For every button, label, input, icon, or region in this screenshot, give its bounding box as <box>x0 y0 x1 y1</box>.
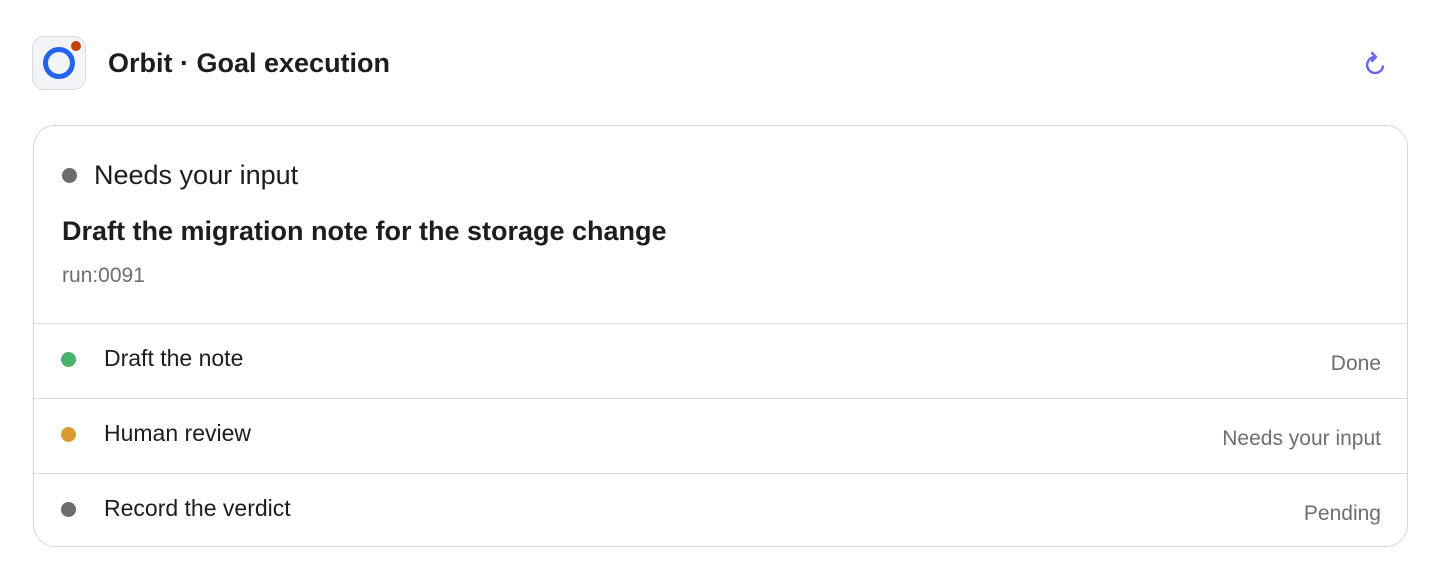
step-label: Record the verdict <box>104 495 291 521</box>
refresh-button[interactable] <box>1362 50 1390 78</box>
run-id: run:0091 <box>62 264 145 287</box>
step-label: Human review <box>104 420 251 446</box>
step-status-dot <box>61 352 76 367</box>
goal-status-label: Needs your input <box>94 159 299 190</box>
app-header: Orbit · Goal execution <box>32 36 1408 92</box>
goal-card: Needs your input Draft the migration not… <box>33 125 1408 547</box>
step-status: Pending <box>1303 502 1381 525</box>
orbit-logo-icon <box>32 36 86 90</box>
refresh-icon <box>1366 51 1385 75</box>
logo-badge-dot <box>71 41 81 51</box>
step-list: Draft the note Done Human review Needs y… <box>34 323 1407 546</box>
goal-summary: Needs your input Draft the migration not… <box>34 126 1407 324</box>
step-row[interactable]: Record the verdict Pending <box>34 473 1407 546</box>
goal-status: Needs your input <box>62 159 298 191</box>
step-status-dot <box>61 427 76 442</box>
logo-ring <box>43 47 75 79</box>
status-dot <box>62 167 77 183</box>
page-title: Orbit · Goal execution <box>108 48 391 78</box>
step-status: Needs your input <box>1222 427 1381 450</box>
step-label: Draft the note <box>104 345 244 371</box>
step-row[interactable]: Human review Needs your input <box>34 398 1407 473</box>
step-row[interactable]: Draft the note Done <box>34 323 1407 398</box>
goal-title: Draft the migration note for the storage… <box>62 216 667 246</box>
step-status: Done <box>1330 352 1381 375</box>
step-status-dot <box>61 502 76 517</box>
